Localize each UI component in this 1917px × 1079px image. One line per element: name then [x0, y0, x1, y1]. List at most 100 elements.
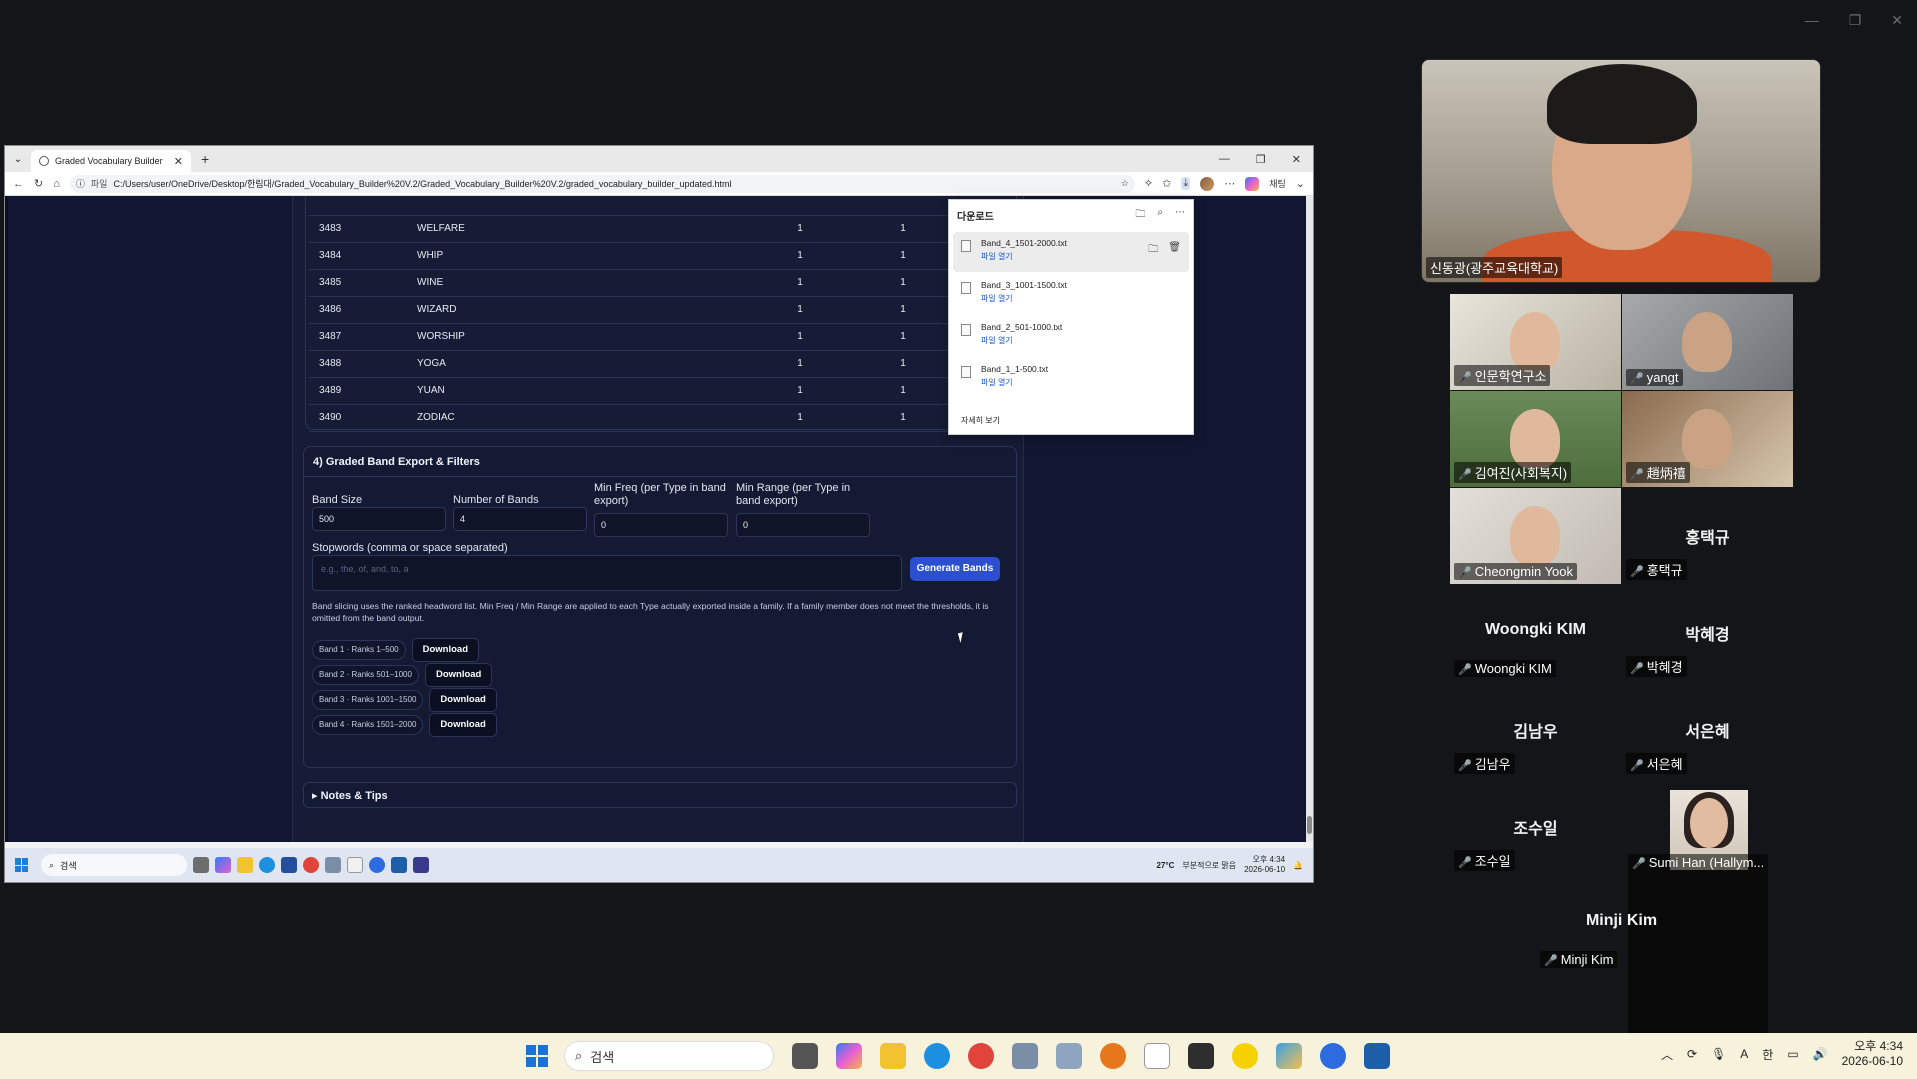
extensions-icon[interactable]: ⟡ — [1145, 177, 1152, 190]
edge-icon[interactable] — [259, 857, 275, 873]
chrome-icon[interactable] — [968, 1043, 994, 1069]
more-icon[interactable]: ⋯ — [1175, 207, 1185, 224]
participant-no-video[interactable]: Woongki KIM 🎤 Woongki KIM — [1450, 585, 1621, 681]
downloads-icon[interactable]: ⤓ — [1181, 177, 1191, 190]
minimize-icon[interactable]: — — [1805, 12, 1819, 29]
chevron-down-icon[interactable]: ⌄ — [1296, 177, 1305, 190]
favorites-icon[interactable]: ✩ — [1162, 177, 1171, 190]
see-more-link[interactable]: 자세히 보기 — [961, 415, 1000, 426]
app-icon[interactable] — [1364, 1043, 1390, 1069]
download-item[interactable]: Band_4_1501-2000.txt 파일 열기 🗀 🗑 — [953, 232, 1189, 272]
chat-label[interactable]: 채팅 — [1269, 177, 1286, 190]
windows-start-icon[interactable] — [526, 1045, 548, 1067]
document-icon[interactable] — [347, 857, 363, 873]
zoom-app-icon[interactable] — [1320, 1043, 1346, 1069]
edge-icon[interactable] — [924, 1043, 950, 1069]
download-band-1-button[interactable]: Download — [411, 638, 479, 662]
magnifier-icon[interactable] — [1100, 1043, 1126, 1069]
more-icon[interactable]: ⋯ — [1224, 177, 1235, 190]
copilot-app-icon[interactable] — [215, 857, 231, 873]
new-tab-button[interactable]: + — [201, 151, 209, 167]
info-icon[interactable]: ⓘ — [76, 177, 85, 190]
inner-search-box[interactable]: ⌕ 검색 — [41, 854, 187, 876]
participant-video[interactable]: 🎤 Cheongmin Yook — [1450, 488, 1621, 584]
active-speaker-video[interactable]: 신동광(광주교육대학교) — [1421, 59, 1821, 283]
task-view-icon[interactable] — [193, 857, 209, 873]
notes-tips-toggle[interactable]: ▸ Notes & Tips — [303, 782, 1017, 808]
app-icon[interactable] — [1056, 1043, 1082, 1069]
participant-video[interactable]: 🎤 인문학연구소 — [1450, 294, 1621, 390]
participant-no-video[interactable]: Minji Kim 🎤 Minji Kim — [1536, 876, 1707, 972]
tab-graded-vocabulary[interactable]: Graded Vocabulary Builder ✕ — [31, 150, 191, 172]
chevron-up-icon[interactable]: ︿ — [1661, 1046, 1673, 1063]
folder-icon[interactable]: 🗀 — [1135, 207, 1145, 224]
file-explorer-icon[interactable] — [880, 1043, 906, 1069]
close-icon[interactable]: ✕ — [1292, 153, 1301, 166]
open-file-link[interactable]: 파일 열기 — [981, 335, 1181, 346]
participant-video[interactable]: 🎤 yangt — [1622, 294, 1793, 390]
app-icon[interactable] — [413, 857, 429, 873]
ime-mode[interactable]: A — [1740, 1047, 1748, 1061]
participant-no-video[interactable]: 박혜경 🎤 박혜경 — [1622, 585, 1793, 681]
document-icon[interactable] — [1144, 1043, 1170, 1069]
inner-clock[interactable]: 오후 4:34 2026-06-10 — [1244, 855, 1285, 875]
snipping-tool-icon[interactable] — [325, 857, 341, 873]
download-band-4-button[interactable]: Download — [429, 713, 497, 737]
app-icon[interactable] — [1276, 1043, 1302, 1069]
file-explorer-icon[interactable] — [237, 857, 253, 873]
chrome-icon[interactable] — [303, 857, 319, 873]
stopwords-input[interactable]: e.g., the, of, and, to, a — [312, 555, 902, 591]
favorite-star-icon[interactable]: ☆ — [1121, 178, 1129, 189]
open-file-link[interactable]: 파일 열기 — [981, 377, 1181, 388]
app-icon[interactable] — [391, 857, 407, 873]
min-range-input[interactable]: 0 — [736, 513, 870, 537]
url-field[interactable]: ⓘ 파일 C:/Users/user/OneDrive/Desktop/한림대/… — [69, 174, 1135, 193]
zoom-app-icon[interactable] — [369, 857, 385, 873]
restore-icon[interactable]: ❐ — [1256, 153, 1266, 166]
open-file-link[interactable]: 파일 열기 — [981, 293, 1181, 304]
participant-no-video[interactable]: 김남우 🎤 김남우 — [1450, 682, 1621, 778]
task-view-icon[interactable] — [792, 1043, 818, 1069]
download-item[interactable]: Band_2_501-1000.txt 파일 열기 — [953, 316, 1189, 356]
minimize-icon[interactable]: — — [1219, 153, 1230, 166]
generate-bands-button[interactable]: Generate Bands — [910, 557, 1000, 581]
download-item[interactable]: Band_3_1001-1500.txt 파일 열기 — [953, 274, 1189, 314]
windows-start-icon[interactable] — [15, 858, 29, 872]
participant-no-video[interactable]: 서은혜 🎤 서은혜 — [1622, 682, 1793, 778]
microphone-icon[interactable]: 🎙 — [1711, 1047, 1726, 1061]
show-in-folder-icon[interactable]: 🗀 — [1148, 242, 1158, 259]
search-icon[interactable]: ⌕ — [1157, 207, 1163, 224]
os-clock[interactable]: 오후 4:34 2026-06-10 — [1842, 1039, 1903, 1069]
close-icon[interactable]: ✕ — [1891, 12, 1903, 29]
network-icon[interactable]: ▭ — [1787, 1047, 1798, 1061]
download-item[interactable]: Band_1_1-500.txt 파일 열기 — [953, 358, 1189, 398]
participant-video[interactable]: 🎤 김여진(사회복지) — [1450, 391, 1621, 487]
back-icon[interactable]: ← — [13, 178, 24, 190]
page-scrollbar[interactable] — [1306, 196, 1313, 842]
restore-icon[interactable]: ❐ — [1849, 12, 1862, 29]
kakaotalk-icon[interactable] — [1232, 1043, 1258, 1069]
participant-video[interactable]: 🎤 趙炳禧 — [1622, 391, 1793, 487]
band-size-input[interactable]: 500 — [312, 507, 446, 531]
snipping-tool-icon[interactable] — [1012, 1043, 1038, 1069]
tab-close-icon[interactable]: ✕ — [174, 155, 183, 168]
download-band-3-button[interactable]: Download — [429, 688, 497, 712]
ime-language[interactable]: 한 — [1762, 1046, 1773, 1063]
tab-menu-icon[interactable]: ⌄ — [5, 154, 31, 165]
notification-icon[interactable]: 🔔 — [1293, 861, 1303, 870]
home-icon[interactable]: ⌂ — [53, 178, 60, 190]
sticky-notes-icon[interactable] — [1188, 1043, 1214, 1069]
participant-no-video[interactable]: 조수일 🎤 조수일 — [1450, 779, 1621, 875]
min-freq-input[interactable]: 0 — [594, 513, 728, 537]
copilot-icon[interactable] — [1245, 176, 1260, 191]
reload-icon[interactable]: ↻ — [34, 177, 43, 190]
participant-no-video[interactable]: 홍택규 🎤 홍택규 — [1622, 488, 1793, 584]
num-bands-input[interactable]: 4 — [453, 507, 587, 531]
volume-icon[interactable]: 🔊 — [1813, 1047, 1828, 1061]
delete-icon[interactable]: 🗑 — [1168, 242, 1181, 259]
profile-avatar[interactable] — [1200, 176, 1215, 191]
sync-icon[interactable]: ⟳ — [1687, 1047, 1697, 1061]
download-band-2-button[interactable]: Download — [424, 663, 493, 687]
os-search-box[interactable]: ⌕ 검색 — [564, 1041, 774, 1071]
store-icon[interactable] — [281, 857, 297, 873]
